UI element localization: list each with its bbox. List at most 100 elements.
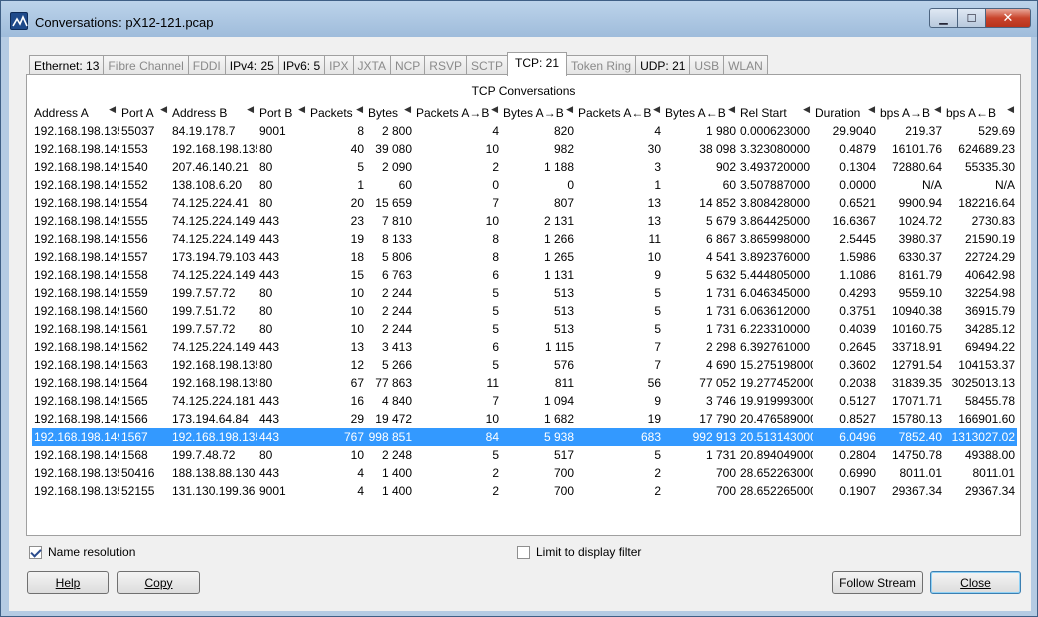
tab-ipv6-5[interactable]: IPv6: 5 (277, 55, 326, 76)
column-header[interactable]: Address A ◀ (32, 104, 119, 122)
close-button[interactable]: Close (930, 571, 1021, 594)
table-cell: 15780.13 (891, 412, 942, 426)
dialog-client: Ethernet: 13 Fibre Channel FDDI IPv4: 25 IPv… (9, 37, 1031, 611)
table-cell: 80 (259, 196, 273, 210)
limit-filter-checkbox[interactable]: Limit to display filter (517, 545, 641, 559)
tab-ethernet-13[interactable]: Ethernet: 13 (29, 55, 105, 76)
column-header[interactable]: bps A←B ◀ (944, 104, 1017, 122)
column-header[interactable]: Packets A→B ◀ (414, 104, 501, 122)
column-header-label: Address B (172, 106, 228, 120)
table-row[interactable]: 192.168.198.149 1567 192.168.198.135 443 767… (32, 428, 1017, 446)
table-cell: 1 400 (381, 484, 412, 498)
table-cell: 1563 (121, 358, 148, 372)
table-cell: 8 (492, 250, 499, 264)
table-row[interactable]: 192.168.198.135 52155 131.130.199.36 9001 4 1… (32, 482, 1017, 500)
wireshark-icon (10, 12, 28, 30)
table-cell: 192.168.198.135 (34, 466, 119, 480)
table-cell: 13 (647, 196, 661, 210)
table-cell: 9 (654, 268, 661, 282)
table-cell: 4 (654, 124, 661, 138)
table-cell: 443 (259, 214, 280, 228)
table-cell: 7 810 (381, 214, 412, 228)
help-button[interactable]: Help (27, 571, 109, 594)
column-header[interactable]: bps A→B ◀ (878, 104, 944, 122)
table-cell: 902 (715, 160, 736, 174)
table-cell: 188.138.88.130 (172, 466, 256, 480)
table-row[interactable]: 192.168.198.149 1566 173.194.64.84 443 29 19 … (32, 410, 1017, 428)
table-row[interactable]: 192.168.198.149 1552 138.108.6.20 80 1 60 0 0 1 6… (32, 176, 1017, 194)
table-cell: 3.507887000 (740, 178, 811, 192)
follow-stream-button[interactable]: Follow Stream (832, 571, 923, 594)
column-header[interactable]: Port A ◀ (119, 104, 170, 122)
table-row[interactable]: 192.168.198.135 55037 84.19.178.7 9001 8 2 80… (32, 122, 1017, 140)
table-cell: 192.168.198.135 (172, 376, 257, 390)
table-row[interactable]: 192.168.198.149 1557 173.194.79.103 443 18 5 … (32, 248, 1017, 266)
table-cell: 19 (647, 412, 661, 426)
table-cell: 192.168.198.149 (34, 394, 119, 408)
table-row[interactable]: 192.168.198.149 1568 199.7.48.72 80 10 2 248 5… (32, 446, 1017, 464)
table-row[interactable]: 192.168.198.149 1563 192.168.198.135 80 12 5 … (32, 356, 1017, 374)
table-cell: 1554 (121, 196, 148, 210)
column-header[interactable]: Duration ◀ (813, 104, 878, 122)
table-cell: 4 (357, 466, 364, 480)
table-row[interactable]: 192.168.198.149 1560 199.7.51.72 80 10 2 244 5… (32, 302, 1017, 320)
table-cell: 0.4879 (839, 142, 876, 156)
table-cell: 2 244 (381, 286, 412, 300)
table-cell: 1 (654, 178, 661, 192)
checkbox-checked-icon[interactable] (29, 545, 42, 559)
table-cell: 2 298 (705, 340, 736, 354)
table-cell: 55037 (121, 124, 155, 138)
column-header[interactable]: Port B ◀ (257, 104, 308, 122)
table-row[interactable]: 192.168.198.149 1553 192.168.198.135 80 40 39… (32, 140, 1017, 158)
table-cell: 2 (654, 466, 661, 480)
close-window-button[interactable]: ✕ (985, 8, 1031, 28)
table-row[interactable]: 192.168.198.135 50416 188.138.88.130 443 4 1 … (32, 464, 1017, 482)
table-cell: 8011.01 (972, 466, 1016, 480)
maximize-button[interactable]: ☐ (957, 8, 985, 28)
table-row[interactable]: 192.168.198.149 1565 74.125.224.181 443 16 4 … (32, 392, 1017, 410)
column-header[interactable]: Bytes A←B ◀ (663, 104, 738, 122)
table-cell: 192.168.198.149 (34, 160, 119, 174)
table-cell: 6.063612000 (740, 304, 811, 318)
checkbox-unchecked-icon[interactable] (517, 545, 530, 559)
table-cell: 5 (654, 286, 661, 300)
title-bar[interactable]: Conversations: pX12-121.pcap ▁ ☐ ✕ (1, 1, 1037, 37)
table-row[interactable]: 192.168.198.149 1561 199.7.57.72 80 10 2 244 5… (32, 320, 1017, 338)
table-cell: 6.223310000 (740, 322, 811, 336)
column-header[interactable]: Rel Start ◀ (738, 104, 813, 122)
column-header[interactable]: Bytes A→B ◀ (501, 104, 576, 122)
table-row[interactable]: 192.168.198.149 1554 74.125.224.41 80 20 15 6… (32, 194, 1017, 212)
table-cell: 21590.19 (964, 232, 1015, 246)
table-row[interactable]: 192.168.198.149 1562 74.125.224.149 443 13 3 … (32, 338, 1017, 356)
table-cell: 443 (259, 340, 280, 354)
table-cell: 0.6990 (839, 466, 876, 480)
table-row[interactable]: 192.168.198.149 1555 74.125.224.149 443 23 7 … (32, 212, 1017, 230)
tab-ipv4-25[interactable]: IPv4: 25 (224, 55, 279, 76)
column-header[interactable]: Address B ◀ (170, 104, 257, 122)
table-cell: 192.168.198.149 (34, 322, 119, 336)
table-cell: 998 851 (366, 428, 414, 446)
table-cell: 58455.78 (964, 394, 1015, 408)
table-row[interactable]: 192.168.198.149 1564 192.168.198.135 80 67 77… (32, 374, 1017, 392)
table-cell: 2 800 (381, 124, 412, 138)
minimize-button[interactable]: ▁ (929, 8, 957, 28)
table-cell: 29367.34 (964, 484, 1015, 498)
table-row[interactable]: 192.168.198.149 1558 74.125.224.149 443 15 6 … (32, 266, 1017, 284)
column-header[interactable]: Bytes ◀ (366, 104, 414, 122)
table-cell: 10160.75 (891, 322, 942, 336)
copy-button[interactable]: Copy (117, 571, 200, 594)
table-row[interactable]: 192.168.198.149 1556 74.125.224.149 443 19 8 … (32, 230, 1017, 248)
column-header[interactable]: Packets A←B ◀ (576, 104, 663, 122)
tab-udp-21[interactable]: UDP: 21 (635, 55, 691, 76)
tab-ncp: NCP (389, 55, 426, 76)
name-resolution-checkbox[interactable]: Name resolution (29, 545, 135, 559)
tab-tcp-21[interactable]: TCP: 21 (507, 52, 568, 76)
table-row[interactable]: 192.168.198.149 1540 207.46.140.21 80 5 2 090… (32, 158, 1017, 176)
sort-arrow-icon: ◀ (803, 104, 810, 114)
conversation-table[interactable]: Address A ◀ Port A ◀ Address B ◀ Port B ◀ Packet… (32, 104, 1017, 500)
table-cell: 10 (485, 412, 499, 426)
table-cell: 192.168.198.149 (34, 268, 119, 282)
table-cell: 80 (259, 142, 273, 156)
table-row[interactable]: 192.168.198.149 1559 199.7.57.72 80 10 2 244 5… (32, 284, 1017, 302)
column-header[interactable]: Packets ◀ (308, 104, 366, 122)
